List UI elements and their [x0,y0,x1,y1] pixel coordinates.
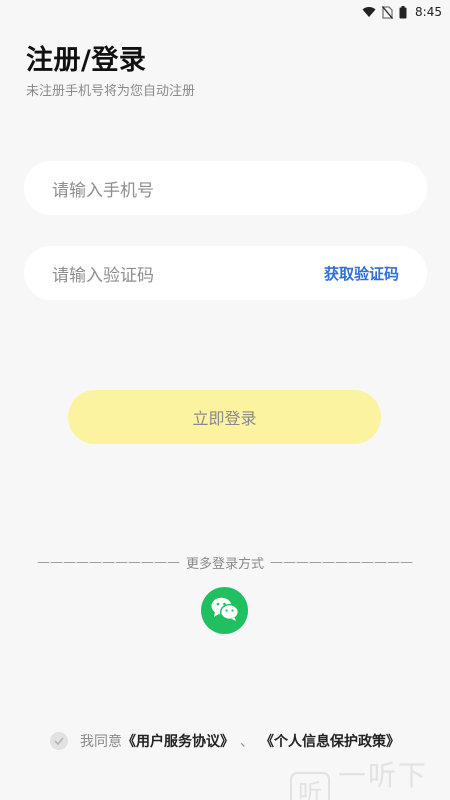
agree-checkbox[interactable] [50,732,68,750]
phone-field[interactable]: 请输入手机号 [24,161,427,215]
privacy-policy-link[interactable]: 《个人信息保护政策》 [260,731,400,751]
no-sim-icon [382,5,394,19]
agreement-prefix: 我同意 [80,734,122,750]
wechat-login-button[interactable] [201,587,248,634]
get-code-button[interactable]: 获取验证码 [324,263,399,284]
svg-text:听: 听 [298,779,322,800]
user-agreement-link[interactable]: 《用户服务协议》 [122,731,234,751]
page-subtitle: 未注册手机号将为您自动注册 [26,84,196,99]
agreement-separator: 、 [240,734,254,750]
watermark-text: 一听下载 [338,759,429,800]
divider-dashes-right: ——————————— [270,555,413,570]
login-button[interactable]: 立即登录 [68,390,381,444]
login-screen: 8:45 注册/登录 未注册手机号将为您自动注册 请输入手机号 请输入验证码 获… [0,0,450,800]
wifi-icon [362,6,376,18]
status-bar: 8:45 [0,0,450,24]
wechat-icon [210,596,240,626]
status-time: 8:45 [415,5,442,19]
phone-placeholder: 请输入手机号 [52,180,154,201]
check-icon [54,737,64,745]
page-title: 注册/登录 [26,45,147,76]
agreement-row: 我同意 《用户服务协议》 、 《个人信息保护政策》 [50,731,400,751]
watermark-logo-icon: 听 [290,772,330,800]
code-placeholder: 请输入验证码 [52,265,154,286]
other-login-divider: ——————————— 更多登录方式 ——————————— [0,553,450,572]
divider-dashes-left: ——————————— [36,555,180,570]
other-login-label: 更多登录方式 [185,557,264,572]
battery-icon [399,5,407,19]
verification-code-field[interactable]: 请输入验证码 获取验证码 [24,246,427,300]
watermark: 听 一听下载 [290,754,450,800]
